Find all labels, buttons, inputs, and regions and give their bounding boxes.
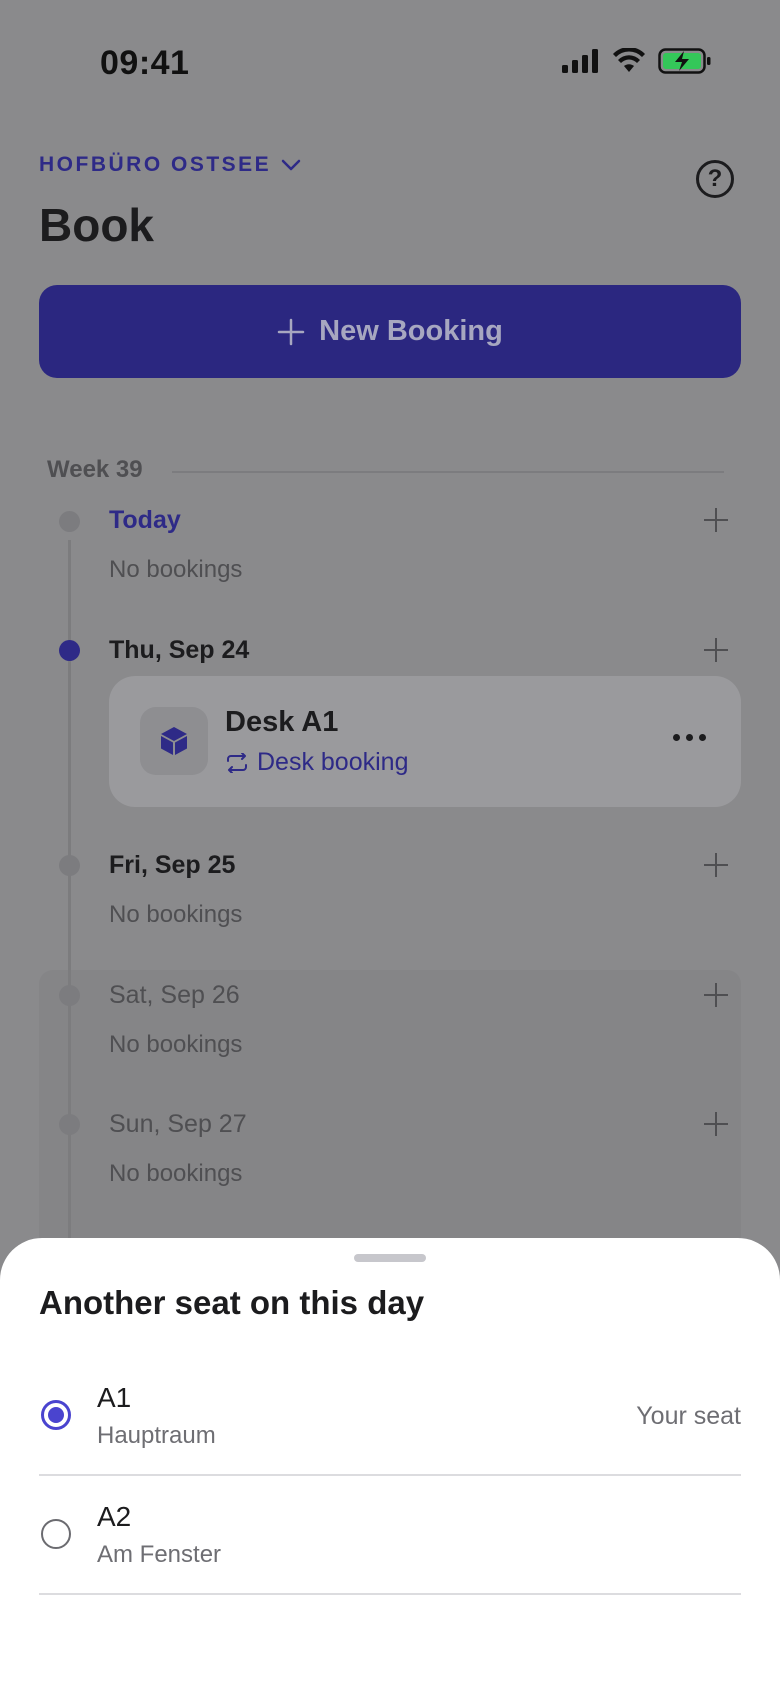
chevron-down-icon [281,159,301,171]
seat-room: Am Fenster [97,1541,222,1568]
day-label-thu: Thu, Sep 24 [109,636,250,664]
seat-room: Hauptraum [97,1422,216,1449]
booking-type: Desk booking [257,748,409,776]
booking-title: Desk A1 [225,706,339,738]
timeline-dot [59,511,80,532]
radio-unselected[interactable] [41,1519,71,1549]
location-label: HOFBÜRO OSTSEE [39,153,272,176]
desk-cube-icon [140,707,208,775]
new-booking-button[interactable]: New Booking [39,285,741,378]
booking-subtitle: Desk booking [225,748,408,777]
week-divider [172,471,724,473]
help-icon[interactable]: ? [696,160,734,198]
add-booking-thu-icon[interactable] [704,638,728,662]
wifi-icon [613,48,645,72]
plus-icon [277,318,305,345]
no-bookings-text: No bookings [109,1031,243,1058]
seat-picker-sheet: Another seat on this day A1 Hauptraum Yo… [0,1238,780,1696]
status-time: 09:41 [100,44,190,82]
add-booking-sun-icon[interactable] [704,1112,728,1136]
add-booking-sat-icon[interactable] [704,983,728,1007]
timeline-dot [59,985,80,1006]
week-label: Week 39 [47,456,143,483]
add-booking-today-icon[interactable] [704,508,728,532]
sheet-drag-handle[interactable] [354,1254,426,1262]
no-bookings-text: No bookings [109,1160,243,1187]
booking-card[interactable]: Desk A1 Desk booking [109,676,741,807]
timeline-dot [59,1114,80,1135]
seat-name: A2 [97,1501,132,1532]
day-label-fri: Fri, Sep 25 [109,851,236,879]
more-options-icon[interactable] [673,734,706,741]
location-selector[interactable]: HOFBÜRO OSTSEE [39,153,301,177]
your-seat-label: Your seat [636,1402,741,1430]
seat-name: A1 [97,1382,132,1413]
page-title: Book [39,199,154,251]
seat-option-a1[interactable]: A1 Hauptraum Your seat [39,1358,741,1476]
day-label-sun: Sun, Sep 27 [109,1110,247,1138]
day-label-today: Today [109,506,181,534]
book-screen: 09:41 HOFBÜRO OSTSEE ? Book New Booking … [0,0,780,1696]
battery-charging-icon [658,48,711,74]
day-label-sat: Sat, Sep 26 [109,981,240,1009]
no-bookings-text: No bookings [109,556,243,583]
signal-icon [562,49,598,73]
repeat-icon [227,752,247,773]
seat-option-a2[interactable]: A2 Am Fenster [39,1477,741,1595]
sheet-title: Another seat on this day [39,1284,425,1321]
timeline-dot-active [59,640,80,661]
status-icons [562,48,712,74]
no-bookings-text: No bookings [109,901,243,928]
new-booking-label: New Booking [319,315,503,347]
add-booking-fri-icon[interactable] [704,853,728,877]
timeline-dot [59,855,80,876]
radio-selected[interactable] [41,1400,71,1430]
